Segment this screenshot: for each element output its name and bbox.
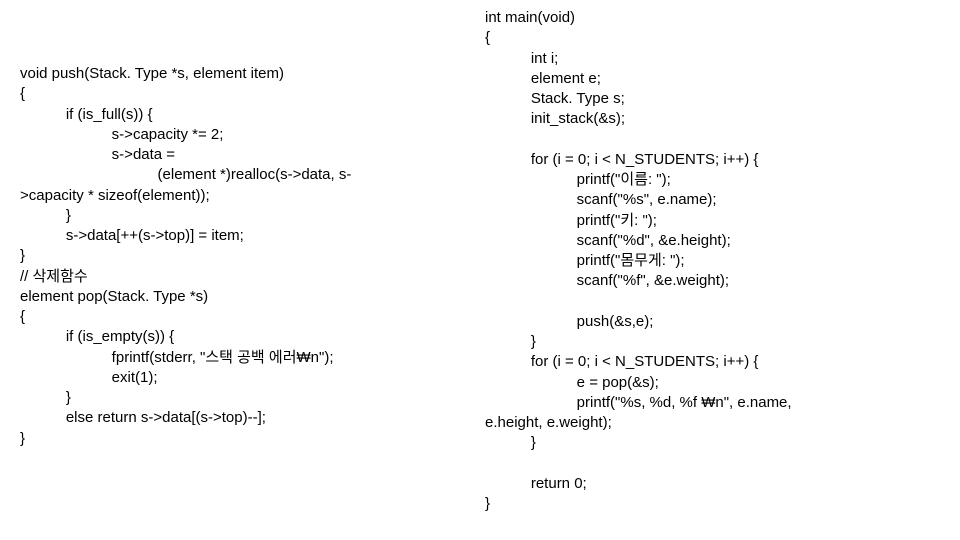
left-code-block: void push(Stack. Type *s, element item) … — [20, 64, 480, 449]
right-code-block: int main(void) { int i; element e; Stack… — [485, 8, 945, 514]
